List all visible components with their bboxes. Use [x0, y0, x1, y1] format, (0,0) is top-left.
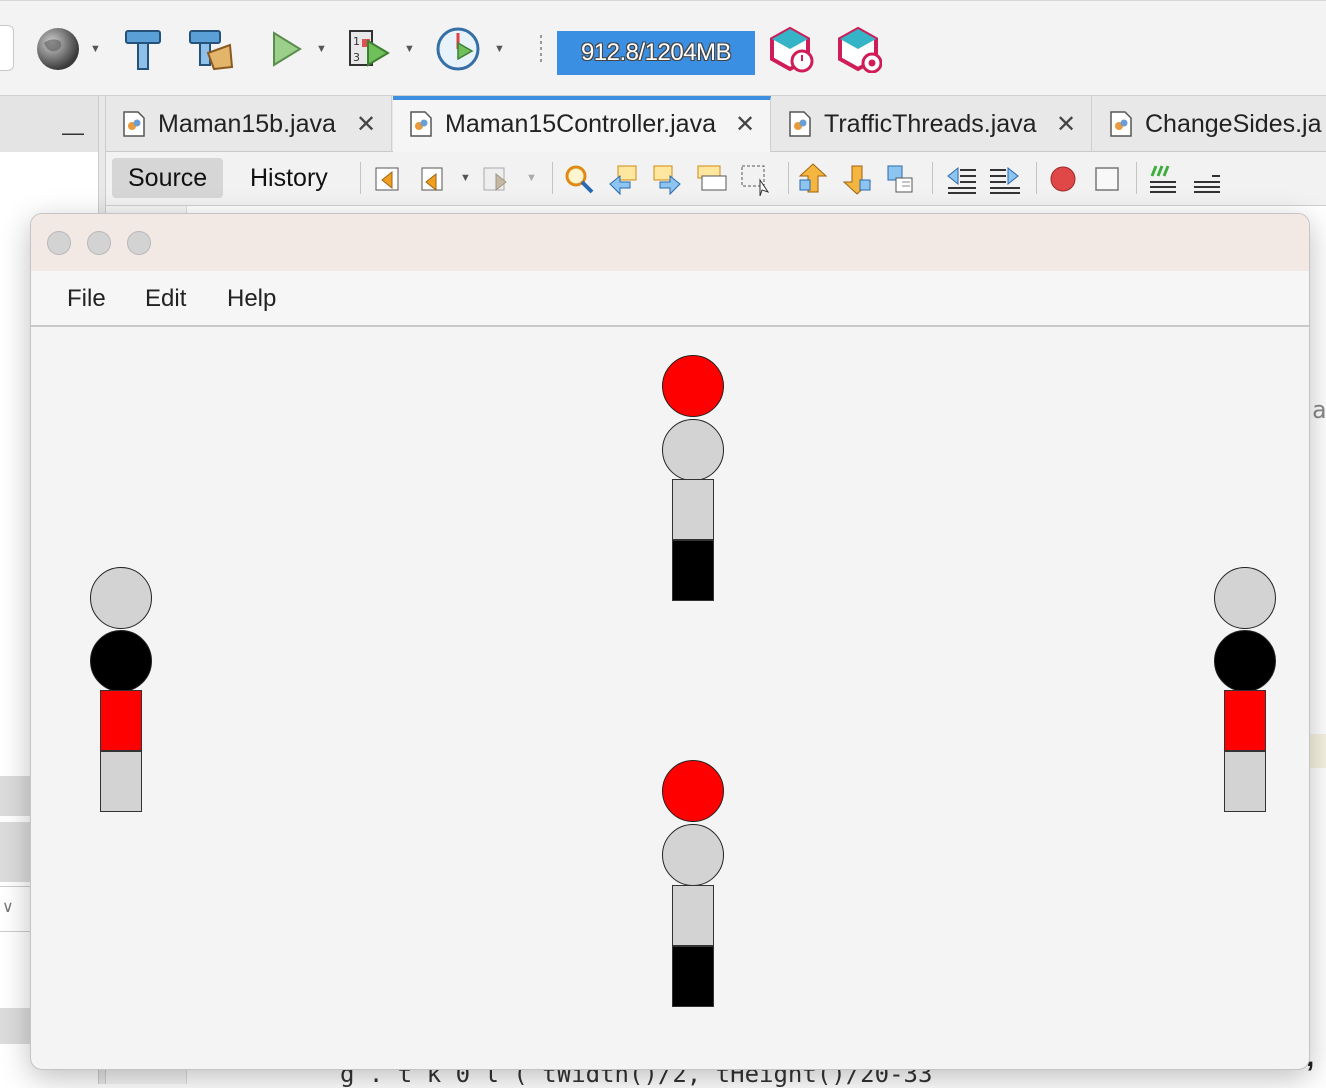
forward-icon[interactable] [480, 162, 514, 196]
top-light-upper-walk-signal [672, 479, 714, 540]
tab-changesides[interactable]: ChangeSides.ja [1093, 96, 1326, 152]
debug-icon[interactable]: 1 3 [344, 25, 392, 73]
minimize-window-button[interactable] [87, 231, 111, 255]
profile-dropdown-icon[interactable]: ▼ [494, 43, 505, 55]
last-edit-icon[interactable] [372, 162, 406, 196]
rect-selection-icon[interactable] [738, 162, 772, 196]
close-tab-icon[interactable]: ✕ [356, 110, 376, 139]
close-tab-icon[interactable]: ✕ [735, 110, 755, 139]
run-dropdown-icon[interactable]: ▼ [316, 43, 327, 55]
tab-maman15b[interactable]: Maman15b.java ✕ [106, 96, 392, 152]
ide-main-toolbar: ▼ ▼ 1 3 ▼ ▼ 912.8/1204MB [0, 0, 1326, 96]
start-macro-recording-icon[interactable] [1046, 162, 1080, 196]
panel-row[interactable] [0, 1008, 30, 1044]
editor-tab-strip: Maman15b.java ✕ Maman15Controller.java ✕… [106, 96, 1326, 152]
app-menubar: File Edit Help [31, 271, 1309, 327]
right-light-lower-lamp [1214, 630, 1276, 692]
tab-label: ChangeSides.ja [1145, 110, 1322, 138]
toggle-bookmark-icon[interactable] [884, 162, 918, 196]
left-light-lower-walk-signal [100, 751, 142, 812]
hammer-icon[interactable] [120, 25, 168, 73]
projects-panel-header: — [0, 96, 98, 152]
find-previous-icon[interactable] [606, 162, 640, 196]
top-light-lower-walk-signal [672, 540, 714, 601]
right-light-upper-walk-signal [1224, 690, 1266, 751]
navigator-combo[interactable]: ∨ [0, 886, 30, 932]
tab-label: Maman15Controller.java [445, 110, 716, 138]
editor-toolbar: Source History ▼ ▼ [106, 152, 1326, 206]
toolbar-separator [540, 35, 542, 63]
profile-icon[interactable] [434, 25, 482, 73]
comment-icon[interactable] [1146, 162, 1180, 196]
memory-usage-label: 912.8/1204MB [580, 39, 732, 66]
right-light-lower-walk-signal [1224, 751, 1266, 812]
java-file-icon [123, 111, 145, 137]
panel-row[interactable] [0, 776, 30, 816]
bottom-light-lower-walk-signal [672, 946, 714, 1007]
toolbar-separator [552, 162, 553, 194]
previous-bookmark-icon[interactable] [796, 162, 830, 196]
find-icon[interactable] [562, 162, 596, 196]
run-icon[interactable] [262, 25, 310, 73]
uncomment-icon[interactable] [1190, 162, 1224, 196]
panel-row[interactable] [0, 822, 30, 882]
bottom-light-lower-lamp [662, 824, 724, 886]
memory-usage-indicator[interactable]: 912.8/1204MB [557, 31, 755, 75]
shift-right-icon[interactable] [988, 162, 1022, 196]
left-light-upper-walk-signal [100, 690, 142, 751]
menu-help[interactable]: Help [227, 285, 276, 313]
profile-ide-icon[interactable] [766, 25, 814, 73]
right-light-upper-lamp [1214, 567, 1276, 629]
bottom-light-upper-walk-signal [672, 885, 714, 946]
tab-label: Maman15b.java [158, 110, 336, 138]
chevron-down-icon[interactable]: ∨ [2, 897, 14, 917]
zoom-window-button[interactable] [127, 231, 151, 255]
find-next-icon[interactable] [650, 162, 684, 196]
toolbar-edge-field[interactable] [0, 25, 14, 71]
traffic-canvas [31, 327, 1309, 1069]
menu-edit[interactable]: Edit [145, 285, 186, 313]
window-titlebar[interactable] [31, 214, 1309, 272]
java-file-icon [1110, 111, 1132, 137]
tab-maman15controller[interactable]: Maman15Controller.java ✕ [393, 96, 771, 152]
toolbar-separator [1036, 162, 1037, 194]
snapshot-icon[interactable] [834, 25, 882, 73]
next-bookmark-icon[interactable] [840, 162, 874, 196]
toolbar-separator [788, 162, 789, 194]
java-file-icon [410, 111, 432, 137]
bottom-light-upper-lamp [662, 760, 724, 822]
back-dropdown-icon[interactable]: ▼ [460, 172, 471, 184]
left-light-lower-lamp [90, 630, 152, 692]
close-window-button[interactable] [47, 231, 71, 255]
code-text-fragment: a [1312, 396, 1326, 424]
close-tab-icon[interactable]: ✕ [1056, 110, 1076, 139]
history-tab-button[interactable]: History [234, 158, 344, 198]
current-line-highlight [1310, 734, 1326, 768]
toggle-highlight-icon[interactable] [694, 162, 728, 196]
tab-label: TrafficThreads.java [824, 110, 1037, 138]
tab-trafficthreads[interactable]: TrafficThreads.java ✕ [772, 96, 1092, 152]
top-light-lower-lamp [662, 419, 724, 481]
debug-dropdown-icon[interactable]: ▼ [404, 43, 415, 55]
menu-file[interactable]: File [67, 285, 106, 313]
svg-text:1: 1 [353, 35, 360, 48]
shift-left-icon[interactable] [944, 162, 978, 196]
traffic-app-window: File Edit Help [30, 213, 1310, 1070]
svg-text:3: 3 [353, 51, 360, 64]
top-light-upper-lamp [662, 355, 724, 417]
globe-icon[interactable] [34, 25, 82, 73]
clean-build-icon[interactable] [186, 25, 234, 73]
forward-dropdown-icon[interactable]: ▼ [526, 172, 537, 184]
stop-macro-recording-icon[interactable] [1090, 162, 1124, 196]
java-file-icon [789, 111, 811, 137]
toolbar-separator [1136, 162, 1137, 194]
minimize-panel-button[interactable]: — [62, 120, 84, 146]
toolbar-separator [360, 162, 361, 194]
source-tab-button[interactable]: Source [112, 158, 224, 198]
globe-dropdown-icon[interactable]: ▼ [90, 43, 101, 55]
back-icon[interactable] [418, 162, 452, 196]
toolbar-separator [932, 162, 933, 194]
left-light-upper-lamp [90, 567, 152, 629]
